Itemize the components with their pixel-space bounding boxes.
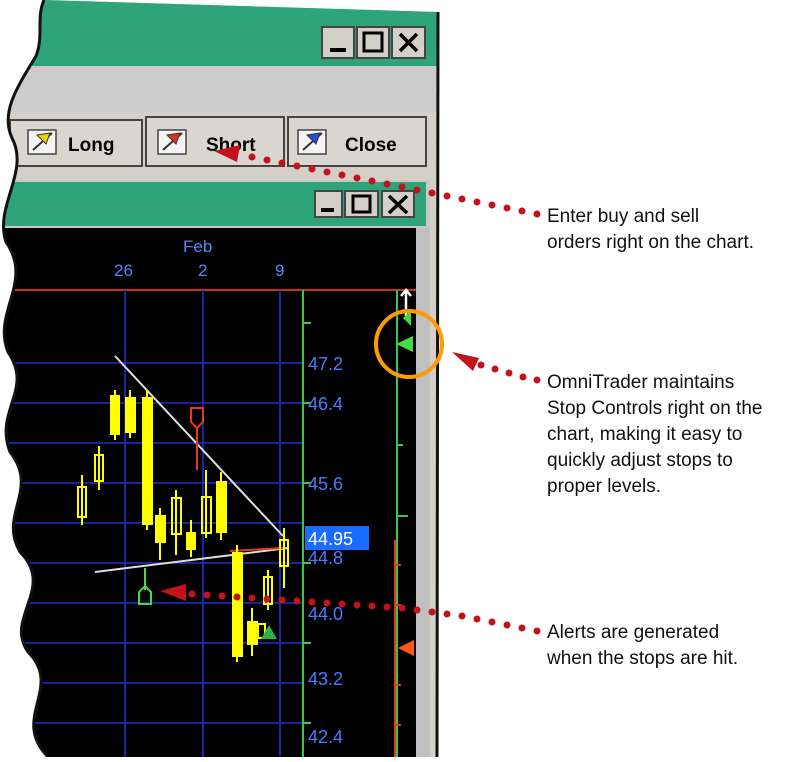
menu-bar xyxy=(3,66,439,112)
close-position-button[interactable]: Close xyxy=(287,116,427,167)
price-label: 46.4 xyxy=(308,394,343,414)
callout-alerts: Alerts are generated when the stops are … xyxy=(547,620,738,672)
close-label: Close xyxy=(345,135,397,156)
callout-alerts-line: when the stops are hit. xyxy=(547,648,739,669)
chart-close-button[interactable] xyxy=(381,190,415,218)
date-label-2: 2 xyxy=(198,261,207,280)
short-button[interactable]: Short xyxy=(145,116,285,167)
callout-orders-line: orders right on the chart. xyxy=(547,232,754,253)
month-label: Feb xyxy=(183,237,212,256)
date-label-26: 26 xyxy=(114,261,133,280)
page: Long Short Close Feb 26 2 9 47.2 46.4 45… xyxy=(0,0,796,759)
price-label: 47.2 xyxy=(308,354,343,374)
price-label: 43.2 xyxy=(308,669,343,689)
flag-close-icon xyxy=(297,129,327,155)
minimize-button[interactable] xyxy=(321,26,355,59)
callout-stops-line: chart, making it easy to xyxy=(547,424,743,445)
chart-maximize-button[interactable] xyxy=(344,190,379,218)
stop-control-strip xyxy=(386,228,416,757)
chart-minimize-button[interactable] xyxy=(314,190,343,218)
callout-stops: OmniTrader maintains Stop Controls right… xyxy=(547,370,762,500)
callout-stops-line: OmniTrader maintains xyxy=(547,372,735,393)
maximize-button[interactable] xyxy=(356,26,390,59)
chart-scrollbar[interactable] xyxy=(416,228,430,757)
close-window-button[interactable] xyxy=(391,26,426,59)
price-label: 45.6 xyxy=(308,474,343,494)
flag-short-icon xyxy=(157,129,187,155)
callout-orders-line: Enter buy and sell xyxy=(547,206,700,227)
callout-stops-line: Stop Controls right on the xyxy=(547,398,763,419)
long-button[interactable]: Long xyxy=(9,119,143,167)
callout-stops-line: quickly adjust stops to xyxy=(547,450,733,471)
callout-arrow-icon xyxy=(452,352,479,371)
date-label-9: 9 xyxy=(275,261,284,280)
minimize-icon xyxy=(330,48,346,52)
callout-alerts-line: Alerts are generated xyxy=(547,622,720,643)
window-edge xyxy=(435,11,440,758)
minimize-icon xyxy=(321,208,334,212)
flag-long-icon xyxy=(27,129,57,155)
price-label: 44.0 xyxy=(308,604,343,624)
price-label: 42.4 xyxy=(308,727,343,747)
callout-stops-line: proper levels. xyxy=(547,476,662,497)
price-label: 44.8 xyxy=(308,548,343,568)
current-price-label: 44.95 xyxy=(308,529,353,549)
callout-orders: Enter buy and sell orders right on the c… xyxy=(547,204,754,256)
long-label: Long xyxy=(68,135,114,156)
